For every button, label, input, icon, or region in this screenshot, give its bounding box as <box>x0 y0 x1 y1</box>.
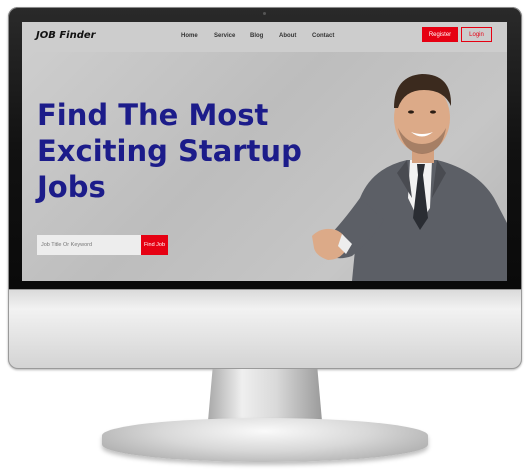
nav-link-blog[interactable]: Blog <box>250 33 263 39</box>
login-button[interactable]: Login <box>461 27 492 42</box>
headline-line-1: Find The Most <box>37 98 269 132</box>
job-search-input[interactable]: Job Title Or Keyword <box>37 235 141 255</box>
webcam-dot <box>263 12 266 15</box>
screen: JOB Finder Home Service Blog About Conta… <box>22 22 507 281</box>
register-button[interactable]: Register <box>422 27 458 42</box>
site-logo[interactable]: JOB Finder <box>36 30 96 41</box>
hero-headline: Find The Most Exciting Startup Jobs <box>37 97 337 205</box>
nav-link-contact[interactable]: Contact <box>312 33 334 39</box>
find-job-button[interactable]: Find Job <box>141 235 168 255</box>
monitor-stand-base <box>102 418 428 462</box>
headline-line-3: Jobs <box>37 170 106 204</box>
nav-link-about[interactable]: About <box>279 33 296 39</box>
nav-link-service[interactable]: Service <box>214 33 235 39</box>
nav-link-home[interactable]: Home <box>181 33 198 39</box>
monitor-chin <box>8 289 522 369</box>
monitor-stand-neck <box>208 369 322 421</box>
headline-line-2: Exciting Startup <box>37 134 302 168</box>
businessman-image <box>312 74 507 281</box>
